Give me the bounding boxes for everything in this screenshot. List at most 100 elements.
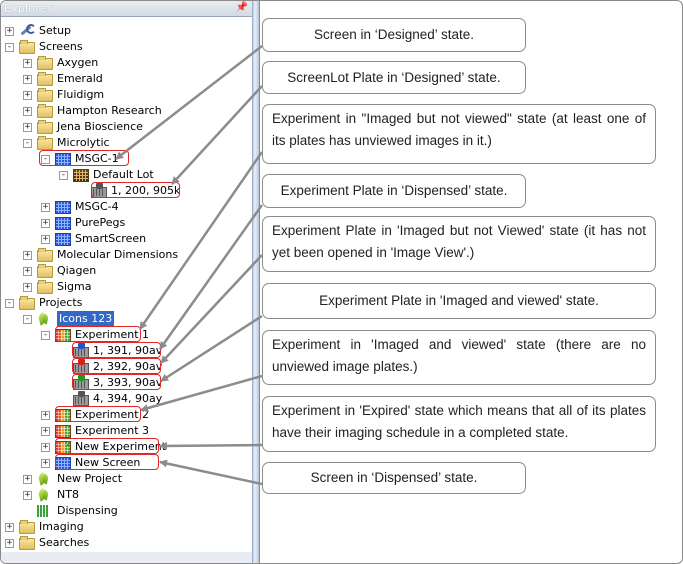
tree-item[interactable]: + SmartScreen bbox=[1, 231, 251, 247]
tree-item-label: PurePegs bbox=[75, 216, 126, 229]
tree-item[interactable]: - Icons 123 bbox=[1, 311, 251, 327]
tree-item[interactable]: + New Project bbox=[1, 471, 251, 487]
expand-toggle[interactable]: + bbox=[5, 523, 14, 532]
expand-toggle[interactable]: + bbox=[41, 443, 50, 452]
collapse-toggle[interactable]: - bbox=[59, 171, 68, 180]
collapse-toggle[interactable]: - bbox=[5, 299, 14, 308]
expand-toggle[interactable]: + bbox=[23, 107, 32, 116]
expand-toggle[interactable]: + bbox=[23, 267, 32, 276]
explorer-panel: Explorer 📌 + Setup - Screens + Axygen + Emerald… bbox=[1, 1, 252, 563]
expand-toggle[interactable]: + bbox=[5, 27, 14, 36]
expand-toggle[interactable]: + bbox=[41, 203, 50, 212]
tree-item-label: Setup bbox=[39, 24, 72, 37]
expand-toggle[interactable]: + bbox=[23, 283, 32, 292]
tree-item[interactable]: + NT8 bbox=[1, 487, 251, 503]
folder-icon bbox=[37, 72, 53, 86]
tree-item[interactable]: + Searches bbox=[1, 535, 251, 551]
folder-icon bbox=[19, 520, 35, 534]
screenlot-grid-icon bbox=[73, 169, 89, 182]
tree-item[interactable]: + Experiment 3 bbox=[1, 423, 251, 439]
highlight-default-lot-plate bbox=[91, 182, 180, 198]
project-sprout-icon bbox=[37, 472, 49, 486]
highlight-new-screen bbox=[55, 454, 159, 470]
tree-item-label: SmartScreen bbox=[75, 232, 147, 245]
tree-item[interactable]: + Fluidigm bbox=[1, 87, 251, 103]
tree-item[interactable]: + Qiagen bbox=[1, 263, 251, 279]
tree-item-label: Sigma bbox=[57, 280, 92, 293]
plate-state-badge-icon bbox=[78, 375, 85, 381]
folder-icon bbox=[37, 120, 53, 134]
tree-item-label: Icons 123 bbox=[57, 311, 115, 327]
collapse-toggle[interactable]: - bbox=[23, 315, 32, 324]
tree-item[interactable]: + MSGC-4 bbox=[1, 199, 251, 215]
expand-toggle[interactable]: + bbox=[23, 75, 32, 84]
callout-experiment-expired: Experiment in 'Expired' state which mean… bbox=[262, 396, 656, 452]
folder-icon bbox=[37, 248, 53, 262]
tree-item[interactable]: + Setup bbox=[1, 23, 251, 39]
tree-item-label: Molecular Dimensions bbox=[57, 248, 179, 261]
pin-icon[interactable]: 📌 bbox=[236, 2, 248, 13]
highlight-plate-1 bbox=[72, 342, 161, 358]
dispensing-icon bbox=[37, 505, 49, 517]
tree-item[interactable]: - Microlytic bbox=[1, 135, 251, 151]
folder-icon bbox=[37, 104, 53, 118]
explorer-header: Explorer 📌 bbox=[1, 1, 252, 17]
tree-item[interactable]: + Molecular Dimensions bbox=[1, 247, 251, 263]
tree-item-label: 4, 394, 90ay bbox=[93, 392, 163, 405]
highlight-plate-3 bbox=[72, 374, 161, 390]
panel-splitter[interactable] bbox=[252, 1, 260, 563]
tree-item[interactable]: - Projects bbox=[1, 295, 251, 311]
tree-item-label: Fluidigm bbox=[57, 88, 105, 101]
collapse-toggle[interactable]: - bbox=[41, 331, 50, 340]
callout-plate-imaged-viewed: Experiment Plate in 'Imaged and viewed' … bbox=[262, 283, 656, 319]
tree-item-label: Hampton Research bbox=[57, 104, 162, 117]
setup-icon bbox=[19, 24, 36, 38]
plate-state-badge-icon bbox=[78, 359, 85, 365]
collapse-toggle[interactable]: - bbox=[23, 139, 32, 148]
plate-state-badge-icon bbox=[78, 343, 85, 349]
expand-toggle[interactable]: + bbox=[41, 459, 50, 468]
folder-open-icon bbox=[19, 296, 35, 310]
folder-icon bbox=[19, 536, 35, 550]
tree-item[interactable]: - Default Lot bbox=[1, 167, 251, 183]
tree-item-label: Qiagen bbox=[57, 264, 97, 277]
tree-item[interactable]: + PurePegs bbox=[1, 215, 251, 231]
tree-item[interactable]: - Screens bbox=[1, 39, 251, 55]
expand-toggle[interactable]: + bbox=[23, 251, 32, 260]
screen-grid-icon bbox=[55, 233, 71, 246]
tree-item-label: Dispensing bbox=[57, 504, 118, 517]
expand-toggle[interactable]: + bbox=[41, 219, 50, 228]
collapse-toggle[interactable]: - bbox=[5, 43, 14, 52]
tree-item-label: Microlytic bbox=[57, 136, 110, 149]
expand-toggle[interactable]: + bbox=[23, 91, 32, 100]
expand-toggle[interactable]: + bbox=[5, 539, 14, 548]
tree-item[interactable]: + Emerald bbox=[1, 71, 251, 87]
folder-icon bbox=[37, 56, 53, 70]
highlight-experiment-2 bbox=[55, 406, 141, 422]
highlight-experiment-1 bbox=[55, 326, 141, 342]
expand-toggle[interactable]: + bbox=[41, 411, 50, 420]
expand-toggle[interactable]: + bbox=[41, 427, 50, 436]
expand-toggle[interactable]: + bbox=[41, 235, 50, 244]
tree-item[interactable]: + Imaging bbox=[1, 519, 251, 535]
callout-plate-imaged-not-viewed: Experiment Plate in 'Imaged but not View… bbox=[262, 216, 656, 272]
tree-item[interactable]: + Axygen bbox=[1, 55, 251, 71]
folder-open-icon bbox=[37, 136, 53, 150]
folder-icon bbox=[37, 280, 53, 294]
tree-item[interactable]: + Jena Bioscience bbox=[1, 119, 251, 135]
panel-bottom-bar bbox=[1, 552, 252, 563]
callout-screenlot-designed: ScreenLot Plate in ‘Designed’ state. bbox=[262, 61, 526, 94]
tree-item[interactable]: + Hampton Research bbox=[1, 103, 251, 119]
tree-item-label: Emerald bbox=[57, 72, 103, 85]
tree-item-label: Screens bbox=[39, 40, 83, 53]
tree-item-label: New Project bbox=[57, 472, 123, 485]
expand-toggle[interactable]: + bbox=[23, 491, 32, 500]
expand-toggle[interactable]: + bbox=[23, 475, 32, 484]
tree-item[interactable]: Dispensing bbox=[1, 503, 251, 519]
expand-toggle[interactable]: + bbox=[23, 59, 32, 68]
expand-toggle[interactable]: + bbox=[23, 123, 32, 132]
tree-item[interactable]: 4, 394, 90ay bbox=[1, 391, 251, 407]
tree-item[interactable]: + Sigma bbox=[1, 279, 251, 295]
plate-state-badge-icon bbox=[96, 183, 103, 189]
tree-item-label: MSGC-4 bbox=[75, 200, 119, 213]
